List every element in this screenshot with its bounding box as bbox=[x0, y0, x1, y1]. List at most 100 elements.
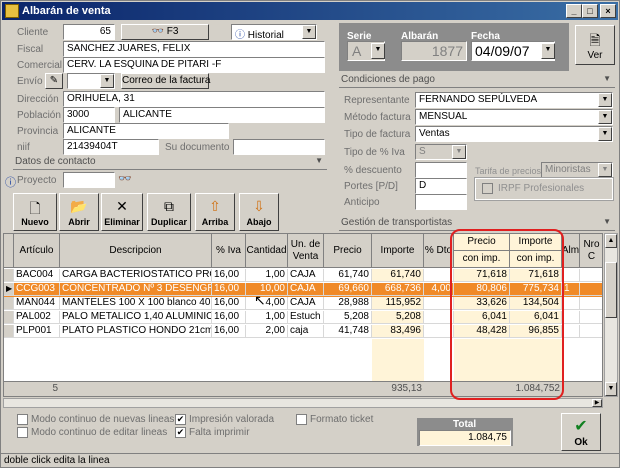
header-precio[interactable]: Precio bbox=[324, 234, 372, 268]
search-f3-button[interactable]: 👓 F3 bbox=[121, 24, 209, 40]
cell-precio[interactable]: 5,208 bbox=[324, 311, 372, 324]
provincia-field[interactable]: ALICANTE bbox=[63, 123, 229, 139]
scroll-right-button[interactable]: ▶ bbox=[592, 399, 602, 407]
vertical-scrollbar[interactable]: ▲ ▼ bbox=[604, 233, 618, 397]
cell-articulo[interactable]: PAL002 bbox=[14, 311, 60, 324]
nif-field[interactable]: 21439404T bbox=[63, 139, 159, 155]
cell-precio[interactable]: 28,988 bbox=[324, 297, 372, 310]
albaran-field[interactable]: 1877 bbox=[401, 41, 467, 61]
cell-unidad[interactable]: CAJA bbox=[288, 297, 324, 310]
fiscal-field[interactable]: SANCHEZ JUARES, FELIX bbox=[63, 41, 325, 57]
cell-articulo[interactable]: MAN044 bbox=[14, 297, 60, 310]
modo-nuevas-checkbox[interactable] bbox=[17, 414, 28, 425]
cell-descripcion[interactable]: CARGA BACTERIOSTATICO PRO-BA... bbox=[60, 269, 212, 282]
cell-cantidad[interactable]: 1,00 bbox=[246, 269, 288, 282]
cell-descripcion[interactable]: CONCENTRADO Nº 3 DESENGRASA... bbox=[60, 283, 212, 296]
cell-iva[interactable]: 16,00 bbox=[212, 283, 246, 296]
portes-field[interactable]: D bbox=[415, 178, 467, 194]
modo-editar-checkbox[interactable] bbox=[17, 427, 28, 438]
impresion-checkbox[interactable]: ✔ bbox=[175, 414, 186, 425]
datos-contacto-bar[interactable]: Datos de contacto ▼ bbox=[13, 156, 327, 170]
cell-iva[interactable]: 16,00 bbox=[212, 297, 246, 310]
cell-unidad[interactable]: Estuch bbox=[288, 311, 324, 324]
irpf-checkbox[interactable] bbox=[482, 183, 493, 194]
arriba-button[interactable]: ⇧ Arriba bbox=[195, 193, 235, 231]
cliente-field[interactable]: 65 bbox=[63, 24, 115, 40]
header-unidad[interactable]: Un. de Venta bbox=[288, 234, 324, 268]
header-descripcion[interactable]: Descripcion bbox=[60, 234, 212, 268]
tipo-iva-select[interactable]: S ▼ bbox=[415, 144, 467, 160]
header-articulo[interactable]: Artículo bbox=[14, 234, 60, 268]
cell-cantidad[interactable]: 2,00 bbox=[246, 325, 288, 338]
scroll-up-button[interactable]: ▲ bbox=[605, 234, 617, 248]
row-selector[interactable] bbox=[4, 297, 14, 310]
cell-importe[interactable]: 83,496 bbox=[372, 325, 424, 338]
row-selector[interactable] bbox=[4, 269, 14, 282]
cell-descripcion[interactable]: PLATO PLASTICO HONDO 21cm 12 p... bbox=[60, 325, 212, 338]
nuevo-button[interactable]: 🗋 Nuevo bbox=[13, 193, 57, 231]
row-selector[interactable] bbox=[4, 325, 14, 338]
cell-cantidad[interactable]: 1,00 bbox=[246, 311, 288, 324]
cell-nro[interactable] bbox=[580, 283, 602, 296]
cell-importe[interactable]: 115,952 bbox=[372, 297, 424, 310]
edit-envio-button[interactable]: ✎ bbox=[45, 73, 63, 89]
cell-importe[interactable]: 5,208 bbox=[372, 311, 424, 324]
abajo-button[interactable]: ⇩ Abajo bbox=[239, 193, 279, 231]
close-button[interactable]: × bbox=[600, 4, 616, 18]
row-selector[interactable] bbox=[4, 311, 14, 324]
cell-iva[interactable]: 16,00 bbox=[212, 311, 246, 324]
cell-alm[interactable] bbox=[562, 311, 580, 324]
header-_sel[interactable] bbox=[4, 234, 14, 268]
duplicar-button[interactable]: ⧉ Duplicar bbox=[147, 193, 191, 231]
minimize-button[interactable]: _ bbox=[566, 4, 582, 18]
cell-unidad[interactable]: CAJA bbox=[288, 283, 324, 296]
comercial-field[interactable]: CERV. LA ESQUINA DE PITARI -F bbox=[63, 57, 325, 73]
envio-select[interactable]: ▼ bbox=[67, 73, 115, 89]
anticipo-field[interactable] bbox=[415, 194, 467, 210]
abrir-button[interactable]: 📂 Abrir bbox=[59, 193, 99, 231]
direccion-field[interactable]: ORIHUELA, 31 bbox=[63, 91, 325, 107]
cell-alm[interactable] bbox=[562, 269, 580, 282]
cell-articulo[interactable]: BAC004 bbox=[14, 269, 60, 282]
cell-unidad[interactable]: CAJA bbox=[288, 269, 324, 282]
binoculars-icon[interactable]: 👓 bbox=[118, 172, 132, 185]
cell-precio[interactable]: 69,660 bbox=[324, 283, 372, 296]
cell-precio[interactable]: 61,740 bbox=[324, 269, 372, 282]
documento-field[interactable] bbox=[233, 139, 325, 155]
formato-checkbox[interactable] bbox=[296, 414, 307, 425]
cell-articulo[interactable]: PLP001 bbox=[14, 325, 60, 338]
cell-nro[interactable] bbox=[580, 269, 602, 282]
proyecto-field[interactable] bbox=[63, 172, 115, 188]
header-iva[interactable]: % Iva bbox=[212, 234, 246, 268]
tipo-factura-select[interactable]: Ventas ▼ bbox=[415, 126, 613, 142]
cell-importe[interactable]: 61,740 bbox=[372, 269, 424, 282]
cell-cantidad[interactable]: 10,00 bbox=[246, 283, 288, 296]
tarifa-select[interactable]: Minoristas ▼ bbox=[541, 162, 613, 178]
descuento-field[interactable] bbox=[415, 162, 467, 178]
header-nro[interactable]: Nro C bbox=[580, 234, 602, 268]
cell-descripcion[interactable]: MANTELES 100 X 100 blanco 40 gr e... bbox=[60, 297, 212, 310]
historial-select[interactable]: ⓘ Historial ▼ bbox=[231, 24, 317, 40]
cp-field[interactable]: 3000 bbox=[63, 107, 115, 123]
header-alm[interactable]: Alm bbox=[562, 234, 580, 268]
cell-iva[interactable]: 16,00 bbox=[212, 269, 246, 282]
condiciones-pago-bar[interactable]: Condiciones de pago ▼ bbox=[339, 74, 615, 88]
scroll-thumb[interactable] bbox=[605, 262, 617, 318]
row-selector[interactable]: ▶ bbox=[4, 283, 14, 296]
cell-alm[interactable] bbox=[562, 325, 580, 338]
cell-alm[interactable] bbox=[562, 297, 580, 310]
cell-iva[interactable]: 16,00 bbox=[212, 325, 246, 338]
cell-descripcion[interactable]: PALO METALICO 1,40 ALUMINIO REF... bbox=[60, 311, 212, 324]
cell-nro[interactable] bbox=[580, 325, 602, 338]
cell-nro[interactable] bbox=[580, 297, 602, 310]
header-cantidad[interactable]: Cantidad bbox=[246, 234, 288, 268]
cell-alm[interactable]: 1 bbox=[562, 283, 580, 296]
header-importe[interactable]: Importe bbox=[372, 234, 424, 268]
ver-button[interactable]: 🗎 Ver bbox=[575, 25, 615, 65]
cell-precio[interactable]: 41,748 bbox=[324, 325, 372, 338]
maximize-button[interactable]: □ bbox=[582, 4, 598, 18]
cell-nro[interactable] bbox=[580, 311, 602, 324]
metodo-select[interactable]: MENSUAL ▼ bbox=[415, 109, 613, 125]
ok-button[interactable]: ✔ Ok bbox=[561, 413, 601, 451]
cell-importe[interactable]: 668,736 bbox=[372, 283, 424, 296]
